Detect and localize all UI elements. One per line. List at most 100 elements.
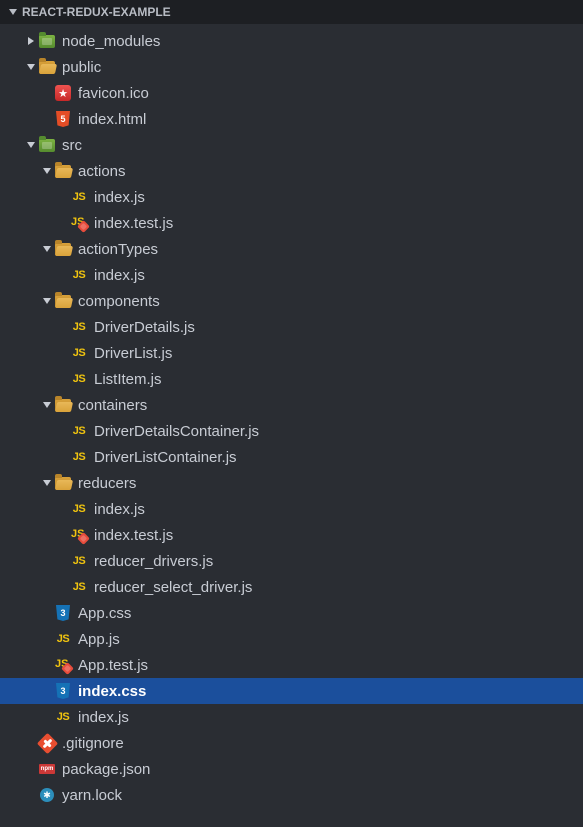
tree-item-components[interactable]: components: [0, 288, 583, 314]
tree-item-index-test-js[interactable]: JS index.test.js: [0, 522, 583, 548]
html5-icon: 5: [56, 111, 70, 127]
tree-item-driverlistcontainer-js[interactable]: JS DriverListContainer.js: [0, 444, 583, 470]
js-icon: JS: [73, 503, 85, 515]
js-icon: JS: [73, 581, 85, 593]
tree-item-index-js[interactable]: JSindex.js: [0, 496, 583, 522]
js-icon: JS: [73, 555, 85, 567]
folder-open-icon: [55, 165, 71, 178]
tree-item-driverdetailscontainer-js[interactable]: JS DriverDetailsContainer.js: [0, 418, 583, 444]
tree-item-label: index.js: [78, 709, 583, 726]
file-icon: 3: [54, 604, 72, 622]
js-test-icon: JS: [71, 528, 87, 542]
tree-item-label: yarn.lock: [62, 787, 583, 804]
folder-open-icon: [55, 295, 71, 308]
tree-item-driverlist-js[interactable]: JS DriverList.js: [0, 340, 583, 366]
folder-open-icon: [55, 399, 71, 412]
tree-item-label: actions: [78, 163, 583, 180]
tree-item-actions[interactable]: actions: [0, 158, 583, 184]
file-icon: JS: [70, 188, 88, 206]
file-icon: [54, 240, 72, 258]
file-icon: JS: [70, 214, 88, 232]
js-icon: JS: [73, 347, 85, 359]
tree-item-index-js[interactable]: JS index.js: [0, 704, 583, 730]
chevron-down-icon: [40, 479, 54, 487]
tree-item-label: reducers: [78, 475, 583, 492]
git-icon: [36, 732, 57, 753]
tree-item-label: index.js: [94, 189, 583, 206]
tree-item-listitem-js[interactable]: JSListItem.js: [0, 366, 583, 392]
tree-item-index-css[interactable]: 3 index.css: [0, 678, 583, 704]
tree-item-node-modules[interactable]: node_modules: [0, 28, 583, 54]
tree-item-index-js[interactable]: JS index.js: [0, 262, 583, 288]
tree-item-reducers[interactable]: reducers: [0, 470, 583, 496]
chevron-down-icon: [40, 167, 54, 175]
tree-item-label: index.css: [78, 683, 583, 700]
chevron-down-icon: [24, 141, 38, 149]
file-icon: JS: [70, 422, 88, 440]
tree-item-app-css[interactable]: 3 App.css: [0, 600, 583, 626]
favicon-icon: ★: [55, 85, 71, 101]
tree-item-containers[interactable]: containers: [0, 392, 583, 418]
tree-item-label: index.js: [94, 267, 583, 284]
tree-item-app-js[interactable]: JSApp.js: [0, 626, 583, 652]
explorer-header[interactable]: REACT-REDUX-EXAMPLE: [0, 0, 583, 24]
tree-item-package-json[interactable]: npm package.json: [0, 756, 583, 782]
js-test-icon: JS: [71, 216, 87, 230]
yarn-icon: ✱: [40, 788, 54, 802]
js-icon: JS: [73, 269, 85, 281]
chevron-down-icon: [24, 63, 38, 71]
tree-item-reducer-select-driver-js[interactable]: JS reducer_select_driver.js: [0, 574, 583, 600]
file-icon: JS: [70, 526, 88, 544]
tree-item-label: index.test.js: [94, 527, 583, 544]
tree-item-label: DriverList.js: [94, 345, 583, 362]
tree-item-src[interactable]: src: [0, 132, 583, 158]
file-icon: npm: [38, 760, 56, 778]
js-icon: JS: [73, 425, 85, 437]
file-icon: JS: [70, 500, 88, 518]
file-icon: [38, 136, 56, 154]
file-icon: [54, 292, 72, 310]
css3-icon: 3: [56, 605, 70, 621]
tree-item-favicon-ico[interactable]: ★ favicon.ico: [0, 80, 583, 106]
css3-icon: 3: [56, 683, 70, 699]
tree-item-label: node_modules: [62, 33, 583, 50]
tree-item-label: DriverDetailsContainer.js: [94, 423, 583, 440]
package-folder-icon: [39, 35, 55, 48]
folder-open-icon: [55, 243, 71, 256]
chevron-down-icon: [40, 297, 54, 305]
tree-item-label: favicon.ico: [78, 85, 583, 102]
tree-item-label: package.json: [62, 761, 583, 778]
tree-item-reducer-drivers-js[interactable]: JSreducer_drivers.js: [0, 548, 583, 574]
file-icon: 5: [54, 110, 72, 128]
tree-item-label: index.html: [78, 111, 583, 128]
js-test-icon: JS: [55, 658, 71, 672]
tree-item-yarn-lock[interactable]: ✱ yarn.lock: [0, 782, 583, 808]
chevron-right-icon: [24, 37, 38, 45]
js-icon: JS: [73, 373, 85, 385]
tree-item-label: .gitignore: [62, 735, 583, 752]
tree-item-index-test-js[interactable]: JS index.test.js: [0, 210, 583, 236]
tree-item-label: index.test.js: [94, 215, 583, 232]
tree-item-app-test-js[interactable]: JSApp.test.js: [0, 652, 583, 678]
js-icon: JS: [57, 711, 69, 723]
tree-item-gitignore[interactable]: .gitignore: [0, 730, 583, 756]
tree-item-label: containers: [78, 397, 583, 414]
js-icon: JS: [73, 191, 85, 203]
tree-item-index-js[interactable]: JS index.js: [0, 184, 583, 210]
tree-item-label: App.css: [78, 605, 583, 622]
tree-item-actiontypes[interactable]: actionTypes: [0, 236, 583, 262]
npm-icon: npm: [39, 764, 55, 774]
tree-item-label: App.js: [78, 631, 583, 648]
js-icon: JS: [73, 451, 85, 463]
tree-item-label: DriverListContainer.js: [94, 449, 583, 466]
chevron-down-icon: [40, 401, 54, 409]
tree-item-index-html[interactable]: 5 index.html: [0, 106, 583, 132]
tree-item-public[interactable]: public: [0, 54, 583, 80]
chevron-down-icon: [8, 8, 18, 16]
tree-item-driverdetails-js[interactable]: JSDriverDetails.js: [0, 314, 583, 340]
tree-item-label: actionTypes: [78, 241, 583, 258]
file-icon: JS: [70, 344, 88, 362]
tree-item-label: reducer_select_driver.js: [94, 579, 583, 596]
file-icon: JS: [70, 578, 88, 596]
file-icon: [54, 162, 72, 180]
